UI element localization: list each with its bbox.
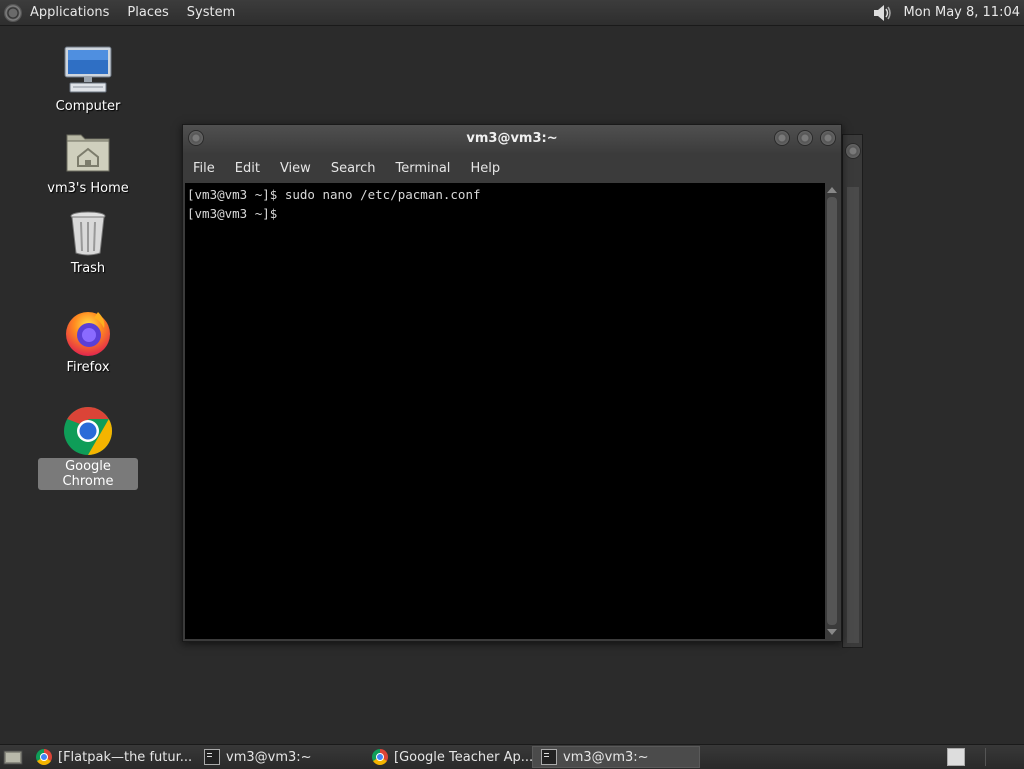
scroll-down-icon[interactable] [827, 629, 837, 635]
scrollbar-thumb[interactable] [827, 197, 837, 625]
terminal-menubar: File Edit View Search Terminal Help [183, 153, 841, 183]
desktop-icon-trash[interactable]: Trash [38, 207, 138, 277]
clock[interactable]: Mon May 8, 11:04 [903, 5, 1024, 20]
computer-icon [64, 46, 112, 93]
close-icon[interactable] [820, 130, 836, 146]
window-menu-icon[interactable] [188, 130, 204, 146]
chrome-icon [372, 749, 388, 765]
taskbar-item[interactable]: [Flatpak—the futur... [28, 746, 196, 768]
taskbar-item-label: [Flatpak—the futur... [58, 749, 193, 765]
menu-help[interactable]: Help [460, 161, 510, 176]
terminal-icon [541, 749, 557, 765]
places-menu[interactable]: Places [118, 0, 177, 25]
taskbar-item-label: vm3@vm3:~ [226, 749, 312, 765]
window-title: vm3@vm3:~ [466, 131, 558, 146]
home-folder-icon [66, 134, 110, 172]
terminal-output[interactable]: [vm3@vm3 ~]$ sudo nano /etc/pacman.conf [… [185, 183, 825, 639]
desktop-icon-label: Firefox [66, 360, 110, 375]
desktop-icon-firefox[interactable]: Firefox [38, 306, 138, 376]
chrome-icon [64, 407, 113, 455]
chrome-icon [36, 749, 52, 765]
workspace-2[interactable] [985, 748, 1024, 766]
desktop-icon-computer[interactable]: Computer [38, 45, 138, 115]
desktop-icon-label: vm3's Home [47, 181, 129, 196]
terminal-line: [vm3@vm3 ~]$ sudo nano /etc/pacman.conf [187, 187, 481, 202]
terminal-scrollbar[interactable] [825, 183, 839, 639]
volume-icon[interactable] [871, 2, 893, 24]
system-menu[interactable]: System [178, 0, 244, 25]
workspace-switcher-icon[interactable] [947, 748, 965, 766]
menu-search[interactable]: Search [321, 161, 386, 176]
scroll-up-icon[interactable] [827, 187, 837, 193]
desktop-icon-google-chrome[interactable]: Google Chrome [38, 405, 138, 490]
trash-icon [70, 211, 106, 256]
terminal-icon [204, 749, 220, 765]
background-window-edge[interactable] [842, 134, 863, 648]
taskbar-item-active[interactable]: vm3@vm3:~ [532, 746, 700, 768]
menu-edit[interactable]: Edit [225, 161, 270, 176]
taskbar-item[interactable]: vm3@vm3:~ [196, 746, 364, 768]
window-titlebar[interactable]: vm3@vm3:~ [183, 125, 841, 153]
menu-view[interactable]: View [270, 161, 321, 176]
bottom-panel: [Flatpak—the futur... vm3@vm3:~ [Google … [0, 744, 1024, 769]
menu-terminal[interactable]: Terminal [385, 161, 460, 176]
top-panel: Applications Places System Mon May 8, 11… [0, 0, 1024, 26]
applications-label: Applications [30, 5, 110, 20]
desktop-icon-label: Trash [70, 261, 106, 276]
desktop-icon-home[interactable]: vm3's Home [38, 127, 138, 197]
taskbar-item[interactable]: [Google Teacher Ap... [364, 746, 532, 768]
menu-file[interactable]: File [183, 161, 225, 176]
taskbar-item-label: [Google Teacher Ap... [394, 749, 532, 765]
minimize-icon[interactable] [774, 130, 790, 146]
show-desktop-icon[interactable] [2, 746, 24, 768]
desktop-icon-label: Computer [55, 99, 121, 114]
applications-logo-icon [4, 3, 22, 22]
applications-menu[interactable]: Applications [0, 0, 118, 25]
window-button-icon[interactable] [845, 143, 861, 159]
terminal-line: [vm3@vm3 ~]$ [187, 206, 278, 221]
taskbar-item-label: vm3@vm3:~ [563, 749, 649, 765]
firefox-icon [66, 312, 110, 356]
maximize-icon[interactable] [797, 130, 813, 146]
terminal-window[interactable]: vm3@vm3:~ File Edit View Search Terminal… [182, 124, 842, 642]
desktop-icon-label: Google Chrome [38, 458, 138, 490]
background-scrollbar[interactable] [847, 187, 859, 643]
